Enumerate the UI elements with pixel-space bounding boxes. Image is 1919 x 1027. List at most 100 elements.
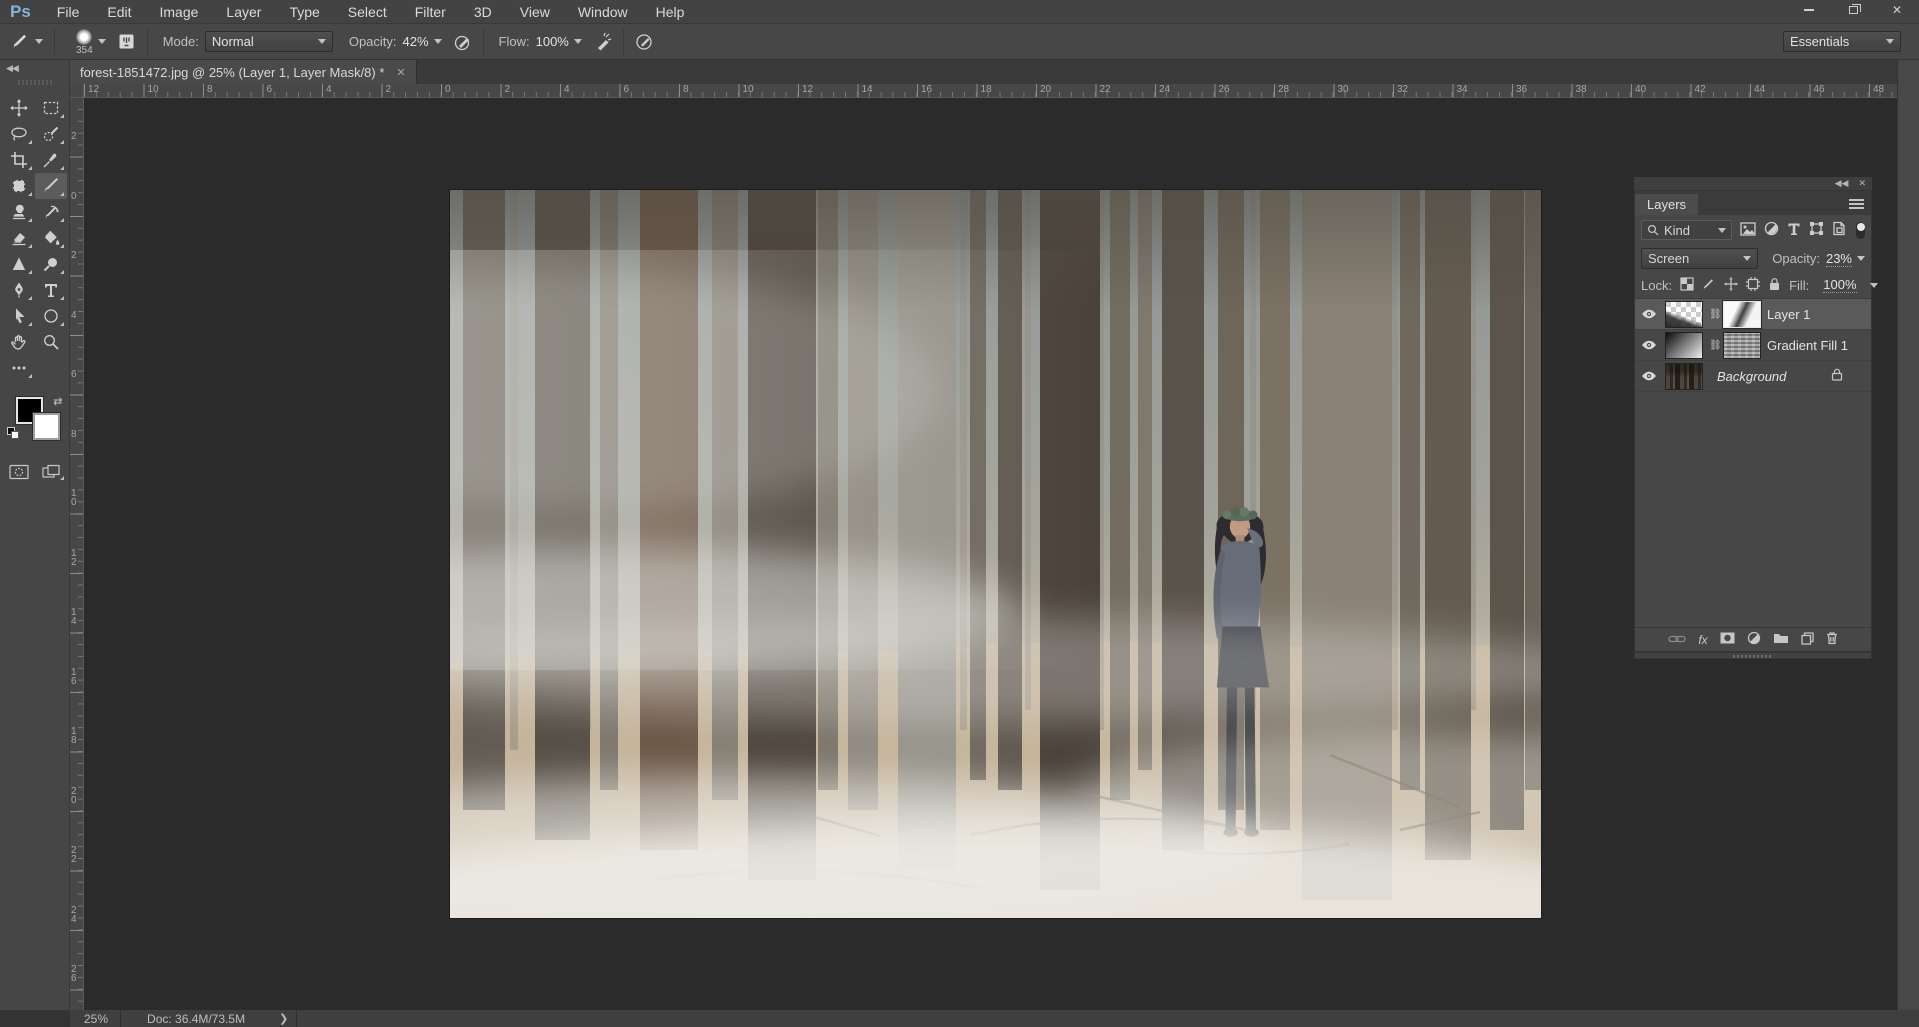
airbrush-button[interactable] <box>590 29 616 55</box>
canvas-pasteboard[interactable] <box>84 98 1897 1010</box>
flow-value[interactable]: 100% <box>536 34 569 49</box>
minimize-button[interactable] <box>1787 0 1831 20</box>
filter-adjustment-layers-icon[interactable] <box>1764 221 1779 239</box>
layer-thumbnail[interactable] <box>1665 331 1703 359</box>
toolbar-collapse-button[interactable]: ◀◀ <box>0 60 69 76</box>
layer-thumbnail[interactable] <box>1665 362 1703 390</box>
quick-mask-button[interactable] <box>3 461 35 483</box>
swap-colors-icon[interactable]: ⇄ <box>53 395 62 408</box>
menu-layer[interactable]: Layer <box>212 0 275 24</box>
tool-paint-bucket[interactable] <box>35 225 67 251</box>
screen-mode-button[interactable] <box>35 461 67 483</box>
collapse-panels-icon[interactable]: ◀◀ <box>1835 179 1849 188</box>
menu-help[interactable]: Help <box>642 0 699 24</box>
pressure-opacity-button[interactable] <box>450 29 476 55</box>
layer-mask-thumbnail[interactable] <box>1723 331 1761 359</box>
horizontal-ruler[interactable]: 12 10 8 6 4 2 0 2 4 6 8 10 12 14 16 18 20 22 24 26 28 30 32 34 3… <box>84 84 1897 98</box>
layer-name[interactable]: Layer 1 <box>1767 307 1810 322</box>
default-colors-icon[interactable] <box>6 427 20 440</box>
tab-close-icon[interactable]: ✕ <box>396 66 405 79</box>
tool-rectangular-marquee[interactable] <box>35 95 67 121</box>
tool-edit-toolbar[interactable] <box>3 355 35 381</box>
layers-empty-area[interactable] <box>1635 392 1871 627</box>
lock-artboard-icon[interactable] <box>1746 276 1761 294</box>
lock-position-icon[interactable] <box>1724 276 1739 294</box>
filter-pixel-layers-icon[interactable] <box>1740 221 1757 239</box>
layer-row-gradient-fill[interactable]: ⛓ Gradient Fill 1 <box>1635 330 1871 361</box>
layer-styles-icon[interactable]: fx <box>1698 633 1707 647</box>
tool-quick-selection[interactable] <box>35 121 67 147</box>
filter-kind-dropdown[interactable]: Kind <box>1641 220 1733 240</box>
zoom-level-field[interactable]: 25% <box>70 1012 120 1026</box>
tool-history-brush[interactable] <box>35 199 67 225</box>
layer-row-layer1[interactable]: ⛓ Layer 1 <box>1635 299 1871 330</box>
opacity-caret-icon[interactable] <box>433 39 442 44</box>
panel-menu-icon[interactable] <box>1849 197 1864 211</box>
layer-mask-thumbnail[interactable] <box>1722 299 1762 329</box>
tool-ellipse[interactable] <box>35 303 67 329</box>
opacity-value[interactable]: 42% <box>403 34 429 49</box>
tool-eyedropper[interactable] <box>35 147 67 173</box>
filter-shape-layers-icon[interactable] <box>1809 221 1824 239</box>
toggle-brush-panel-button[interactable] <box>114 29 140 55</box>
new-adjustment-layer-icon[interactable] <box>1747 631 1761 648</box>
tool-clone-stamp[interactable] <box>3 199 35 225</box>
menu-edit[interactable]: Edit <box>93 0 145 24</box>
menu-filter[interactable]: Filter <box>401 0 460 24</box>
menu-type[interactable]: Type <box>275 0 333 24</box>
add-layer-mask-icon[interactable] <box>1720 632 1735 647</box>
layer-row-background[interactable]: Background <box>1635 361 1871 392</box>
delete-layer-icon[interactable] <box>1826 631 1838 648</box>
tool-spot-healing-brush[interactable] <box>3 173 35 199</box>
layer-opacity-value[interactable]: 23% <box>1825 251 1852 267</box>
menu-select[interactable]: Select <box>334 0 401 24</box>
lock-all-icon[interactable] <box>1768 277 1781 294</box>
link-layers-icon[interactable] <box>1668 632 1686 647</box>
pressure-size-button[interactable] <box>631 29 657 55</box>
visibility-eye-icon[interactable] <box>1639 340 1659 350</box>
new-layer-icon[interactable] <box>1801 631 1814 648</box>
tool-hand[interactable] <box>3 329 35 355</box>
vertical-ruler[interactable]: 2 0 2 4 6 8 1 0 1 2 1 4 1 6 1 8 2 0 2 2 2 4 2 6 <box>70 98 84 1010</box>
blend-mode-dropdown[interactable]: Normal <box>204 31 333 52</box>
filter-toggle-switch[interactable] <box>1856 221 1865 239</box>
tool-eraser[interactable] <box>3 225 35 251</box>
fill-value[interactable]: 100% <box>1823 277 1857 293</box>
background-color-swatch[interactable] <box>31 412 61 441</box>
tool-dodge[interactable] <box>35 251 67 277</box>
tool-zoom[interactable] <box>35 329 67 355</box>
menu-window[interactable]: Window <box>564 0 642 24</box>
lock-image-pixels-icon[interactable] <box>1702 277 1716 294</box>
menu-image[interactable]: Image <box>145 0 212 24</box>
layer-thumbnail[interactable] <box>1665 300 1703 328</box>
menu-file[interactable]: File <box>43 0 94 24</box>
panel-resize-grip[interactable] <box>1634 652 1872 659</box>
tool-type[interactable] <box>35 277 67 303</box>
toolbar-grip[interactable] <box>17 80 52 85</box>
fill-caret-icon[interactable] <box>1869 282 1878 288</box>
restore-button[interactable] <box>1831 0 1875 20</box>
status-options-arrow-icon[interactable]: ❯ <box>271 1012 296 1025</box>
layer-opacity-caret-icon[interactable] <box>1857 256 1865 261</box>
filter-type-layers-icon[interactable] <box>1787 222 1801 239</box>
layer-name[interactable]: Gradient Fill 1 <box>1767 338 1848 353</box>
document-canvas[interactable] <box>450 190 1541 918</box>
layer-blend-mode-dropdown[interactable]: Screen <box>1641 248 1759 269</box>
tool-path-selection[interactable] <box>3 303 35 329</box>
tab-layers[interactable]: Layers <box>1635 194 1699 215</box>
menu-view[interactable]: View <box>506 0 564 24</box>
flow-caret-icon[interactable] <box>573 39 582 44</box>
new-group-icon[interactable] <box>1773 632 1789 647</box>
lock-transparent-pixels-icon[interactable] <box>1680 276 1694 294</box>
tool-lasso[interactable] <box>3 121 35 147</box>
workspace-dropdown[interactable]: Essentials <box>1783 31 1901 52</box>
brush-settings-picker[interactable]: 354 <box>76 28 93 55</box>
visibility-eye-icon[interactable] <box>1639 309 1659 319</box>
tool-preset-picker[interactable] <box>0 32 47 52</box>
tool-crop[interactable] <box>3 147 35 173</box>
visibility-eye-icon[interactable] <box>1639 371 1659 381</box>
layer-name[interactable]: Background <box>1717 369 1786 384</box>
close-panel-icon[interactable]: ✕ <box>1858 179 1866 188</box>
menu-3d[interactable]: 3D <box>460 0 506 24</box>
tool-brush[interactable] <box>34 173 67 199</box>
